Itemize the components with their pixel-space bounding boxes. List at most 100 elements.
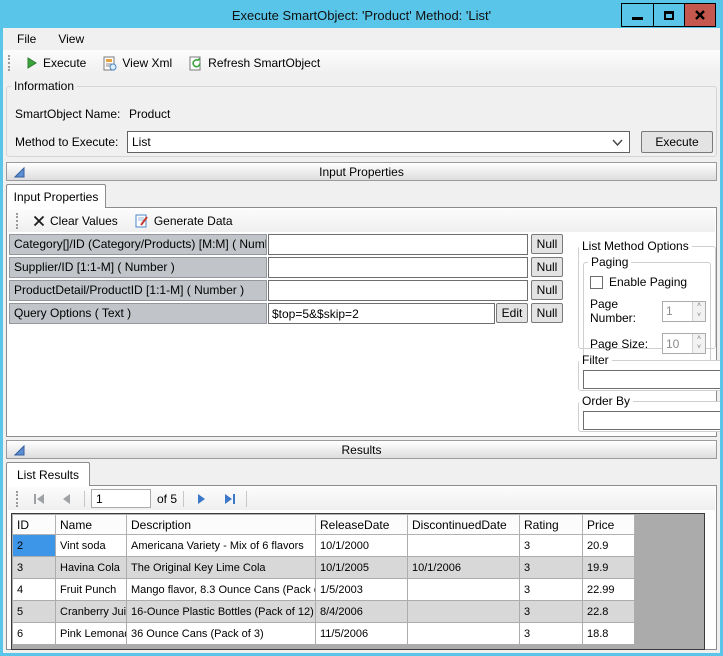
smartobject-name-label: SmartObject Name: bbox=[15, 107, 120, 121]
table-cell[interactable]: 3 bbox=[520, 557, 583, 579]
property-value-input[interactable] bbox=[268, 280, 528, 301]
table-cell[interactable]: 8/4/2006 bbox=[316, 601, 408, 623]
table-cell[interactable]: Pink Lemonade bbox=[56, 623, 127, 645]
column-header-name[interactable]: Name bbox=[56, 515, 127, 535]
column-header-description[interactable]: Description bbox=[127, 515, 316, 535]
page-number-input[interactable] bbox=[91, 489, 151, 508]
table-cell[interactable] bbox=[408, 601, 520, 623]
table-cell[interactable]: 3 bbox=[520, 535, 583, 557]
next-page-button[interactable] bbox=[190, 489, 212, 508]
collapse-icon[interactable] bbox=[14, 167, 25, 178]
spin-up-icon[interactable]: ˄ bbox=[693, 302, 705, 312]
table-cell[interactable]: 36 Ounce Cans (Pack of 3) bbox=[127, 623, 316, 645]
table-cell[interactable]: Fruit Punch bbox=[56, 579, 127, 601]
results-panel: of 5 IDNameDescriptionReleaseDateDiscont… bbox=[6, 485, 717, 650]
titlebar[interactable]: Execute SmartObject: 'Product' Method: '… bbox=[3, 3, 720, 28]
table-cell[interactable]: Americana Variety - Mix of 6 flavors bbox=[127, 535, 316, 557]
table-cell[interactable]: 5 bbox=[13, 601, 56, 623]
first-page-icon bbox=[33, 493, 46, 505]
page-number-stepper[interactable]: ˄ ˅ bbox=[662, 301, 706, 322]
input-properties-section-header[interactable]: Input Properties bbox=[6, 162, 717, 181]
generate-data-label: Generate Data bbox=[154, 214, 233, 228]
order-by-input[interactable] bbox=[583, 411, 723, 430]
table-cell[interactable] bbox=[408, 535, 520, 557]
table-cell[interactable]: 10/1/2005 bbox=[316, 557, 408, 579]
main-toolbar: Execute View Xml Refresh SmartObject bbox=[3, 50, 720, 76]
last-page-button[interactable] bbox=[218, 489, 240, 508]
table-cell[interactable]: 22.99 bbox=[583, 579, 635, 601]
results-table: IDNameDescriptionReleaseDateDiscontinued… bbox=[12, 514, 635, 645]
results-grid: IDNameDescriptionReleaseDateDiscontinued… bbox=[11, 513, 705, 650]
table-cell[interactable]: Cranberry Juice bbox=[56, 601, 127, 623]
table-cell[interactable] bbox=[408, 623, 520, 645]
filter-input[interactable] bbox=[583, 370, 723, 389]
null-button[interactable]: Null bbox=[531, 303, 563, 323]
order-by-group: Order By Set bbox=[578, 394, 723, 432]
results-section-header[interactable]: Results bbox=[6, 440, 717, 459]
null-button[interactable]: Null bbox=[531, 280, 563, 300]
table-cell[interactable]: 10/1/2000 bbox=[316, 535, 408, 557]
table-cell[interactable]: 1/5/2003 bbox=[316, 579, 408, 601]
edit-button[interactable]: Edit bbox=[496, 303, 528, 323]
table-cell[interactable]: 10/1/2006 bbox=[408, 557, 520, 579]
table-cell[interactable]: 19.9 bbox=[583, 557, 635, 579]
toolbar-grip bbox=[16, 213, 19, 229]
null-button[interactable]: Null bbox=[531, 234, 563, 254]
column-header-price[interactable]: Price bbox=[583, 515, 635, 535]
table-cell[interactable]: Mango flavor, 8.3 Ounce Cans (Pack of 24… bbox=[127, 579, 316, 601]
spin-down-icon[interactable]: ˅ bbox=[693, 344, 705, 354]
view-xml-button[interactable]: View Xml bbox=[97, 54, 177, 73]
property-value-input[interactable] bbox=[268, 234, 528, 255]
list-method-options-group: List Method Options Paging Enable Paging… bbox=[578, 239, 716, 349]
table-cell[interactable]: 4 bbox=[13, 579, 56, 601]
generate-data-button[interactable]: Generate Data bbox=[129, 211, 238, 230]
menu-file[interactable]: File bbox=[17, 32, 36, 46]
page-size-stepper[interactable]: ˄ ˅ bbox=[662, 333, 706, 354]
execute-toolbar-button[interactable]: Execute bbox=[20, 54, 91, 72]
property-value-input[interactable] bbox=[268, 257, 528, 278]
close-button[interactable] bbox=[684, 4, 715, 26]
dialog-window: Execute SmartObject: 'Product' Method: '… bbox=[0, 0, 723, 656]
collapse-icon[interactable] bbox=[14, 445, 25, 456]
tab-list-results[interactable]: List Results bbox=[6, 462, 90, 486]
table-cell[interactable]: 3 bbox=[13, 557, 56, 579]
column-header-discontinueddate[interactable]: DiscontinuedDate bbox=[408, 515, 520, 535]
table-cell[interactable]: 11/5/2006 bbox=[316, 623, 408, 645]
spin-down-icon[interactable]: ˅ bbox=[693, 311, 705, 321]
table-cell[interactable]: Havina Cola bbox=[56, 557, 127, 579]
column-header-releasedate[interactable]: ReleaseDate bbox=[316, 515, 408, 535]
table-cell[interactable]: The Original Key Lime Cola bbox=[127, 557, 316, 579]
previous-page-button[interactable] bbox=[56, 489, 78, 508]
table-cell[interactable]: 16-Ounce Plastic Bottles (Pack of 12) bbox=[127, 601, 316, 623]
first-page-button[interactable] bbox=[28, 489, 50, 508]
page-number-label: Page Number: bbox=[590, 297, 662, 325]
property-label: Query Options ( Text ) bbox=[9, 303, 267, 324]
menu-view[interactable]: View bbox=[58, 32, 84, 46]
table-cell[interactable]: Vint soda bbox=[56, 535, 127, 557]
query-options-input[interactable] bbox=[268, 303, 495, 324]
table-cell[interactable]: 3 bbox=[520, 601, 583, 623]
method-combobox[interactable]: List bbox=[127, 131, 630, 153]
table-cell[interactable]: 6 bbox=[13, 623, 56, 645]
maximize-button[interactable] bbox=[653, 4, 684, 26]
table-cell[interactable]: 3 bbox=[520, 579, 583, 601]
play-icon bbox=[25, 56, 38, 70]
tab-input-properties[interactable]: Input Properties bbox=[6, 184, 106, 208]
refresh-smartobject-button[interactable]: Refresh SmartObject bbox=[183, 54, 325, 73]
spin-up-icon[interactable]: ˄ bbox=[693, 334, 705, 344]
column-header-id[interactable]: ID bbox=[13, 515, 56, 535]
chevron-down-icon bbox=[612, 139, 623, 146]
table-cell[interactable]: 20.9 bbox=[583, 535, 635, 557]
column-header-rating[interactable]: Rating bbox=[520, 515, 583, 535]
table-cell[interactable] bbox=[408, 579, 520, 601]
minimize-button[interactable] bbox=[622, 4, 653, 26]
order-by-title: Order By bbox=[579, 394, 633, 408]
clear-values-button[interactable]: Clear Values bbox=[28, 212, 123, 230]
null-button[interactable]: Null bbox=[531, 257, 563, 277]
table-cell[interactable]: 2 bbox=[13, 535, 56, 557]
enable-paging-checkbox[interactable] bbox=[590, 276, 603, 289]
table-cell[interactable]: 3 bbox=[520, 623, 583, 645]
table-cell[interactable]: 18.8 bbox=[583, 623, 635, 645]
table-cell[interactable]: 22.8 bbox=[583, 601, 635, 623]
execute-button[interactable]: Execute bbox=[641, 131, 713, 153]
